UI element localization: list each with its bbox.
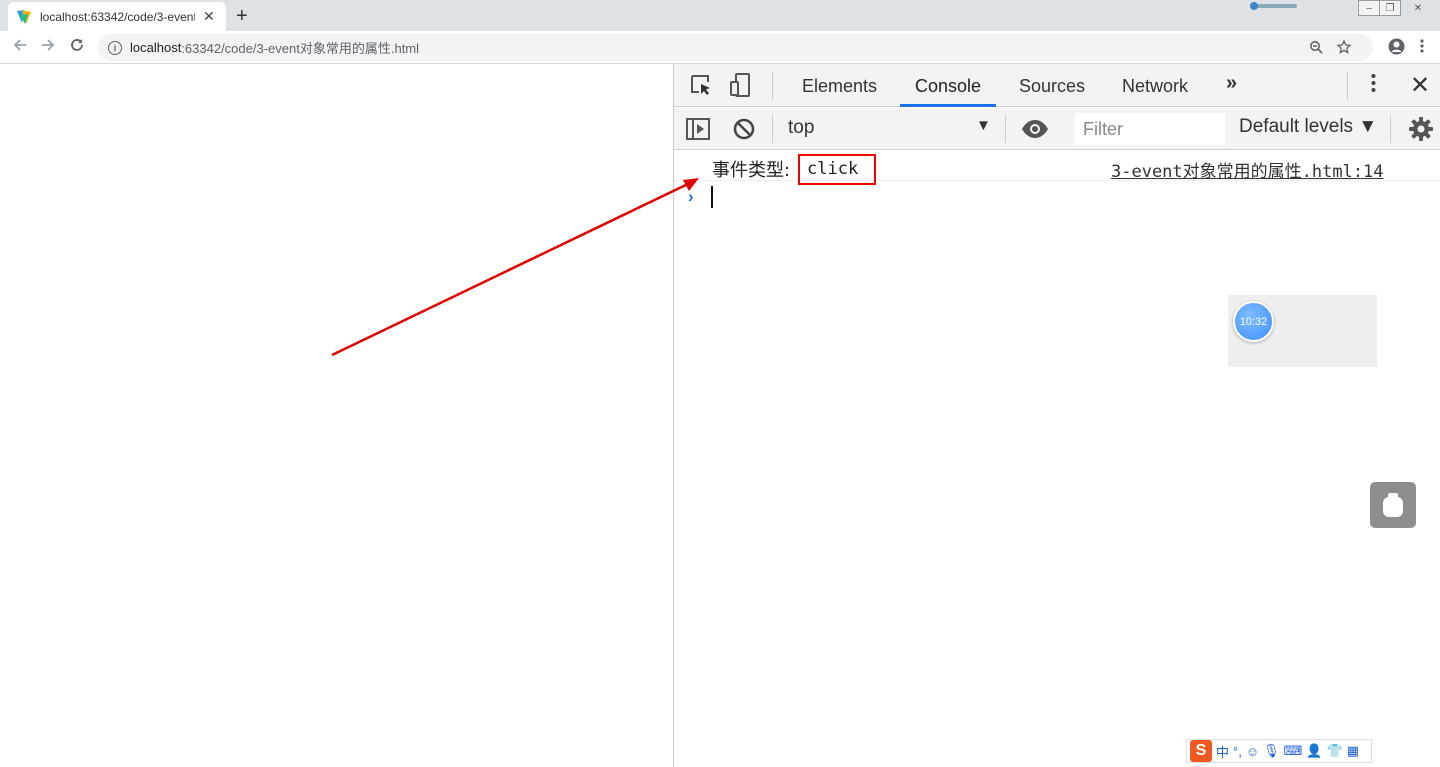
context-dropdown-icon[interactable]: ▼ — [976, 117, 991, 134]
new-tab-button[interactable]: + — [236, 5, 248, 28]
floating-side-button[interactable] — [1370, 482, 1416, 528]
tab-title: localhost:63342/code/3-event对象常用的属性.html — [40, 10, 195, 24]
devtools-panel: Elements Console Sources Network » ✕ top… — [674, 64, 1440, 767]
console-settings-gear-icon[interactable] — [1408, 116, 1433, 141]
ime-toolbar: S 中 °, ☺ 🎙 ⌨ 👤 👕 ▦ — [1186, 739, 1372, 763]
site-info-icon[interactable]: i — [108, 40, 122, 55]
console-toolbar: top ▼ Filter Default levels ▼ — [674, 108, 1440, 150]
console-filter-input[interactable]: Filter — [1075, 113, 1225, 145]
ime-keyboard-icon[interactable]: ⌨ — [1284, 743, 1303, 759]
devtools-menu-icon[interactable] — [1371, 72, 1376, 94]
jetbrains-favicon-icon — [16, 9, 32, 25]
page-viewport — [0, 64, 673, 767]
window-controls: – ❐ ✕ — [1358, 0, 1429, 18]
toolbar-separator — [1005, 115, 1006, 143]
ime-toolbox-icon[interactable]: ▦ — [1347, 743, 1359, 759]
ime-punctuation-icon[interactable]: °, — [1233, 744, 1242, 759]
console-output: 事件类型: click 3-event对象常用的属性.html:14 › — [674, 151, 1440, 208]
ime-voice-icon[interactable]: 🎙 — [1263, 743, 1280, 759]
console-log-message: 事件类型: click 3-event对象常用的属性.html:14 — [674, 151, 1440, 185]
console-prompt-icon: › — [688, 187, 694, 206]
browser-toolbar: i localhost :63342/code/3-event对象常用的属性.h… — [0, 31, 1440, 64]
zoom-icon[interactable] — [1309, 40, 1323, 54]
tab-sources[interactable]: Sources — [1004, 64, 1100, 107]
console-input-caret[interactable] — [711, 186, 713, 208]
toolbar-separator — [772, 115, 773, 143]
window-slider[interactable] — [1249, 2, 1299, 10]
log-label: 事件类型: — [712, 160, 791, 181]
restore-button[interactable]: ❐ — [1379, 0, 1401, 16]
browser-tab[interactable]: localhost:63342/code/3-event对象常用的属性.html… — [8, 2, 226, 31]
address-bar[interactable]: i localhost :63342/code/3-event对象常用的属性.h… — [98, 34, 1373, 61]
url-path: :63342/code/3-event对象常用的属性.html — [181, 41, 420, 56]
toolbar-separator — [1390, 115, 1391, 143]
floating-clock-badge[interactable]: 10:32 — [1233, 301, 1274, 342]
profile-avatar-icon[interactable] — [1388, 38, 1405, 55]
minimize-button[interactable]: – — [1358, 0, 1380, 16]
toolbar-separator — [772, 72, 773, 100]
tab-close-icon[interactable]: ✕ — [203, 8, 215, 25]
show-sidebar-icon[interactable] — [686, 117, 710, 141]
toolbar-separator — [1347, 72, 1348, 100]
log-source-link[interactable]: 3-event对象常用的属性.html:14 — [1111, 157, 1384, 182]
ime-emoji-icon[interactable]: ☺ — [1246, 744, 1259, 759]
ime-user-icon[interactable]: 👤 — [1306, 743, 1322, 759]
ime-skin-icon[interactable]: 👕 — [1327, 743, 1343, 759]
tab-elements[interactable]: Elements — [787, 64, 892, 107]
context-selector[interactable]: top — [788, 117, 814, 139]
devtools-tab-bar: Elements Console Sources Network » ✕ — [674, 64, 1440, 107]
tab-network[interactable]: Network — [1107, 64, 1203, 107]
window-close-button[interactable]: ✕ — [1407, 0, 1429, 16]
log-value-highlight: click — [798, 154, 876, 185]
clipboard-icon — [1383, 493, 1403, 517]
bookmark-star-icon[interactable] — [1337, 40, 1351, 54]
more-tabs-icon[interactable]: » — [1226, 72, 1237, 95]
url-host: localhost — [130, 40, 182, 55]
tab-console[interactable]: Console — [900, 64, 997, 107]
reload-icon[interactable] — [69, 37, 85, 53]
clear-console-icon[interactable] — [732, 117, 756, 141]
devtools-close-icon[interactable]: ✕ — [1410, 71, 1430, 100]
live-expression-eye-icon[interactable] — [1021, 118, 1048, 142]
device-toolbar-icon[interactable] — [729, 73, 753, 97]
tab-strip: localhost:63342/code/3-event对象常用的属性.html… — [0, 0, 1440, 31]
inspect-element-icon[interactable] — [689, 73, 713, 97]
ime-chinese-mode[interactable]: 中 — [1216, 742, 1229, 761]
log-levels-dropdown[interactable]: Default levels ▼ — [1239, 116, 1377, 138]
browser-menu-icon[interactable] — [1420, 38, 1424, 54]
forward-arrow-icon[interactable] — [40, 37, 56, 53]
sogou-logo-icon[interactable]: S — [1190, 740, 1212, 762]
back-arrow-icon[interactable] — [12, 37, 28, 53]
filter-placeholder: Filter — [1083, 119, 1123, 139]
